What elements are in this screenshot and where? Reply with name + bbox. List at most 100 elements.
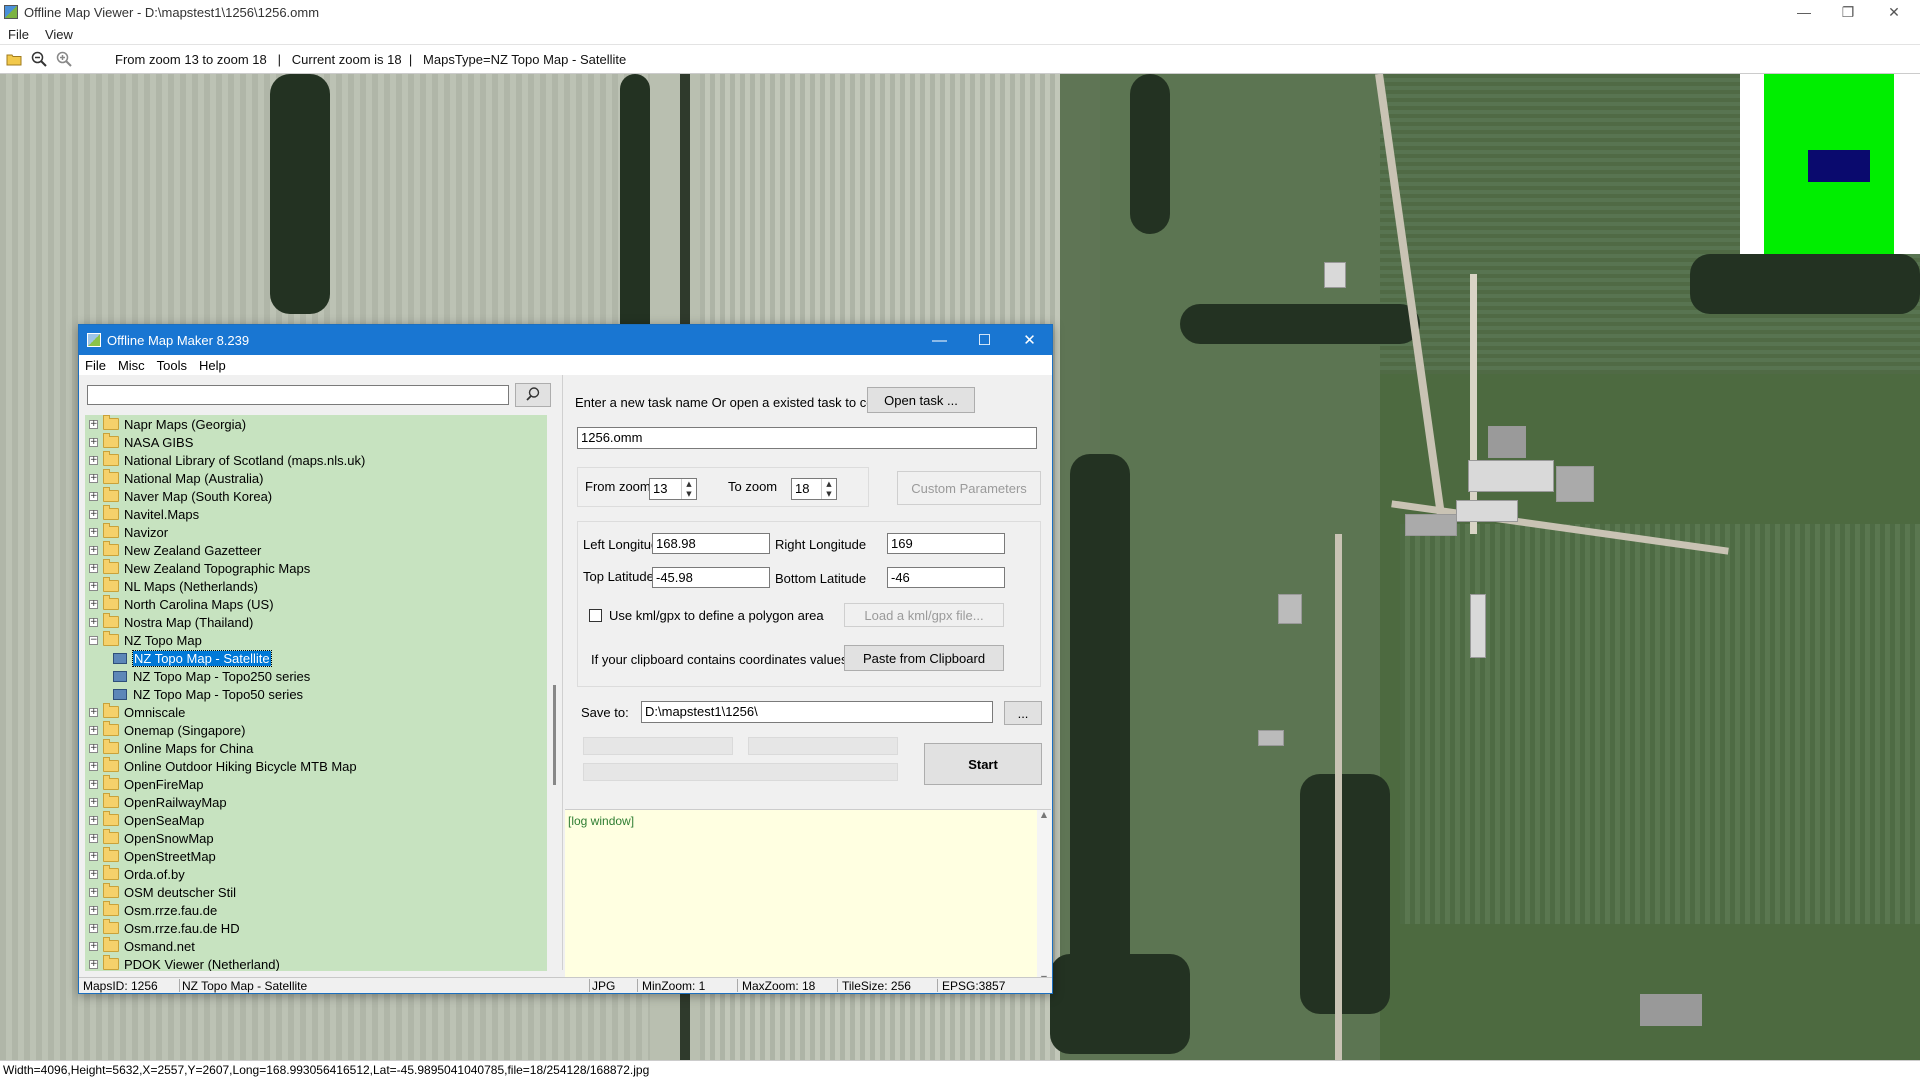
expand-icon[interactable]: +: [89, 869, 98, 879]
tree-folder-item[interactable]: + National Library of Scotland (maps.nls.…: [85, 451, 365, 469]
tree-map-item[interactable]: NZ Topo Map - Satellite: [85, 649, 272, 667]
start-button[interactable]: Start: [924, 743, 1042, 785]
expand-icon[interactable]: +: [89, 833, 98, 843]
tree-folder-item[interactable]: + North Carolina Maps (US): [85, 595, 274, 613]
maximize-icon[interactable]: ❐: [1826, 0, 1870, 24]
tree-folder-item[interactable]: + Navizor: [85, 523, 168, 541]
expand-icon[interactable]: +: [89, 959, 98, 969]
minimize-icon[interactable]: —: [1782, 0, 1826, 24]
expand-icon[interactable]: +: [89, 581, 98, 591]
tree-scrollbar[interactable]: [553, 685, 556, 785]
tree-folder-item[interactable]: + Napr Maps (Georgia): [85, 415, 246, 433]
menu-view[interactable]: View: [37, 27, 81, 42]
expand-icon[interactable]: +: [89, 527, 98, 537]
dialog-maximize-icon[interactable]: ☐: [962, 325, 1007, 355]
expand-icon[interactable]: +: [89, 437, 98, 447]
expand-icon[interactable]: +: [89, 419, 98, 429]
tree-folder-item[interactable]: + Orda.of.by: [85, 865, 185, 883]
open-folder-icon[interactable]: [3, 48, 25, 70]
tree-folder-item[interactable]: − NZ Topo Map: [85, 631, 202, 649]
tree-map-item[interactable]: NZ Topo Map - Topo250 series: [85, 667, 310, 685]
tree-folder-item[interactable]: + National Map (Australia): [85, 469, 263, 487]
tree-map-item[interactable]: NZ Topo Map - Topo50 series: [85, 685, 303, 703]
expand-icon[interactable]: +: [89, 923, 98, 933]
bottom-latitude-input[interactable]: -46: [887, 567, 1005, 588]
tree-folder-item[interactable]: + OpenSnowMap: [85, 829, 214, 847]
to-zoom-spinner[interactable]: 18 ▲ ▼: [791, 478, 837, 500]
tree-folder-item[interactable]: + Onemap (Singapore): [85, 721, 245, 739]
search-input[interactable]: [87, 385, 509, 405]
tree-folder-item[interactable]: + New Zealand Gazetteer: [85, 541, 261, 559]
paste-from-clipboard-button[interactable]: Paste from Clipboard: [844, 645, 1004, 671]
spinner-arrows-icon[interactable]: ▲ ▼: [681, 479, 696, 499]
right-longitude-input[interactable]: 169: [887, 533, 1005, 554]
tree-folder-item[interactable]: + NASA GIBS: [85, 433, 193, 451]
tree-folder-item[interactable]: + Omniscale: [85, 703, 185, 721]
open-task-button[interactable]: Open task ...: [867, 387, 975, 413]
tree-folder-item[interactable]: + OpenSeaMap: [85, 811, 204, 829]
from-zoom-spinner[interactable]: 13 ▲ ▼: [649, 478, 697, 500]
expand-icon[interactable]: +: [89, 815, 98, 825]
expand-icon[interactable]: +: [89, 887, 98, 897]
dialog-minimize-icon[interactable]: —: [917, 325, 962, 355]
dialog-menu-file[interactable]: File: [79, 358, 112, 373]
expand-icon[interactable]: +: [89, 707, 98, 717]
task-name-input[interactable]: 1256.omm: [577, 427, 1037, 449]
dialog-menu-misc[interactable]: Misc: [112, 358, 151, 373]
expand-icon[interactable]: +: [89, 545, 98, 555]
expand-icon[interactable]: +: [89, 761, 98, 771]
browse-folder-button[interactable]: ...: [1004, 701, 1042, 725]
menu-file[interactable]: File: [0, 27, 37, 42]
tree-folder-item[interactable]: + Online Outdoor Hiking Bicycle MTB Map: [85, 757, 357, 775]
close-icon[interactable]: ✕: [1872, 0, 1916, 24]
custom-parameters-button[interactable]: Custom Parameters: [897, 471, 1041, 505]
zoom-in-icon[interactable]: [53, 48, 75, 70]
tree-folder-item[interactable]: + OSM deutscher Stil: [85, 883, 236, 901]
save-to-input[interactable]: D:\mapstest1\1256\: [641, 701, 993, 723]
dialog-menu-tools[interactable]: Tools: [151, 358, 193, 373]
expand-icon[interactable]: +: [89, 473, 98, 483]
tree-folder-item[interactable]: + Online Maps for China: [85, 739, 253, 757]
tree-folder-item[interactable]: + Naver Map (South Korea): [85, 487, 272, 505]
expand-icon[interactable]: +: [89, 779, 98, 789]
tree-folder-item[interactable]: + Navitel.Maps: [85, 505, 199, 523]
expand-icon[interactable]: +: [89, 455, 98, 465]
expand-icon[interactable]: +: [89, 725, 98, 735]
log-scrollbar[interactable]: ▲▼: [1037, 810, 1051, 985]
tree-folder-item[interactable]: + NL Maps (Netherlands): [85, 577, 258, 595]
spinner-arrows-icon[interactable]: ▲ ▼: [821, 479, 836, 499]
expand-icon[interactable]: +: [89, 941, 98, 951]
load-kml-button[interactable]: Load a kml/gpx file...: [844, 603, 1004, 627]
tree-folder-item[interactable]: + OpenFireMap: [85, 775, 203, 793]
tree-folder-item[interactable]: + Osm.rrze.fau.de HD: [85, 919, 240, 937]
tree-folder-item[interactable]: + Osm.rrze.fau.de: [85, 901, 217, 919]
expand-icon[interactable]: +: [89, 563, 98, 573]
left-longitude-input[interactable]: 168.98: [652, 533, 770, 554]
expand-icon[interactable]: +: [89, 599, 98, 609]
tree-folder-item[interactable]: + OpenStreetMap: [85, 847, 216, 865]
expand-icon[interactable]: +: [89, 905, 98, 915]
minimap[interactable]: [1740, 74, 1920, 254]
expand-icon[interactable]: +: [89, 743, 98, 753]
expand-icon[interactable]: +: [89, 851, 98, 861]
tree-folder-item[interactable]: + Nostra Map (Thailand): [85, 613, 253, 631]
zoom-out-icon[interactable]: [28, 48, 50, 70]
minimap-viewport[interactable]: [1808, 150, 1870, 182]
collapse-icon[interactable]: −: [89, 635, 98, 645]
tree-folder-item[interactable]: + New Zealand Topographic Maps: [85, 559, 310, 577]
log-window[interactable]: [log window] ▲▼: [565, 809, 1051, 985]
tree-folder-item[interactable]: + Osmand.net: [85, 937, 195, 955]
tree-folder-item[interactable]: + OpenRailwayMap: [85, 793, 227, 811]
search-button[interactable]: [515, 383, 551, 407]
expand-icon[interactable]: +: [89, 509, 98, 519]
top-latitude-input[interactable]: -45.98: [652, 567, 770, 588]
tree-folder-item[interactable]: + PDOK Viewer (Netherland): [85, 955, 280, 971]
dialog-menu-help[interactable]: Help: [193, 358, 232, 373]
dialog-close-icon[interactable]: ✕: [1007, 325, 1052, 355]
expand-icon[interactable]: +: [89, 491, 98, 501]
expand-icon[interactable]: +: [89, 617, 98, 627]
expand-icon[interactable]: +: [89, 797, 98, 807]
map-source-tree[interactable]: + Napr Maps (Georgia) + NASA GIBS + National …: [85, 415, 547, 971]
progress-bar-2: [748, 737, 898, 755]
kml-polygon-checkbox[interactable]: [589, 609, 602, 622]
